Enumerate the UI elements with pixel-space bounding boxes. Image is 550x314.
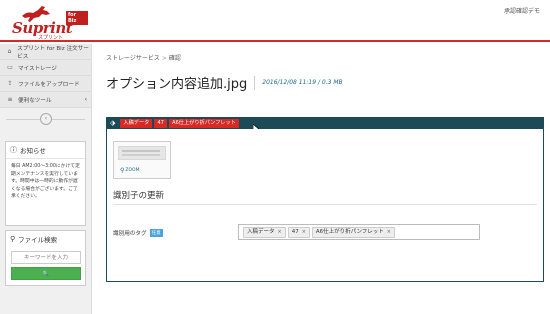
page-title: オプション内容追加.jpg xyxy=(106,77,248,92)
tag-token-label: 47 xyxy=(291,228,299,235)
sidebar-item-label: スプリント for Biz 注文サービス xyxy=(17,45,89,60)
info-icon: ⓘ xyxy=(10,146,17,154)
menu-icon: ≡ xyxy=(7,96,13,103)
chevron-left-icon: ‹ xyxy=(84,96,87,103)
collapse-sidebar-button[interactable]: ‹ xyxy=(40,113,52,125)
sidebar-item-label: マイストレージ xyxy=(18,65,57,72)
thumbnail-image xyxy=(118,146,166,160)
logo-subtitle: スプリント xyxy=(38,35,64,41)
tag-chip[interactable]: 入稿データ xyxy=(120,118,153,128)
user-menu[interactable]: 承認確認デモ xyxy=(504,6,540,15)
notice-panel: ⓘ お知らせ 毎日 AM2:00〜3:00にかけて定期メンテナンスを実行していま… xyxy=(5,141,86,226)
sidebar-item-my-storage[interactable]: ▭ マイストレージ xyxy=(0,60,91,76)
file-search-panel: ⚲ ファイル検索 🔍 xyxy=(5,230,86,286)
sidebar-collapse-row: ‹ xyxy=(0,108,91,130)
zoom-link[interactable]: ⚲ ZOOM xyxy=(120,167,139,174)
breadcrumb-storage-link[interactable]: ストレージサービス xyxy=(106,55,160,62)
app-header: Suprint for Biz スプリント 承認確認デモ xyxy=(0,0,550,42)
tag-bar: ⬗ 入稿データ 47 A6仕上がり折パンフレット xyxy=(106,117,544,129)
main-content: ストレージサービス > 確認 オプション内容追加.jpg 2016/12/08 11… xyxy=(93,44,550,314)
breadcrumb: ストレージサービス > 確認 xyxy=(106,53,181,62)
tag-token[interactable]: 入稿データ × xyxy=(243,226,286,238)
remove-tag-icon[interactable]: × xyxy=(302,228,306,237)
section-title: 識別子の更新 xyxy=(113,189,537,205)
logo-badge: for Biz xyxy=(66,11,88,25)
tag-chip[interactable]: 47 xyxy=(154,118,167,128)
file-thumbnail[interactable]: ⚲ ZOOM xyxy=(113,141,171,179)
sidebar-item-tools[interactable]: ≡ 便利なツール ‹ xyxy=(0,92,91,108)
tag-icon: ⬗ xyxy=(110,119,116,127)
remove-tag-icon[interactable]: × xyxy=(278,228,282,237)
file-search-title: ⚲ ファイル検索 xyxy=(6,231,85,247)
tag-token-label: A6仕上がり折パンフレット xyxy=(315,228,384,235)
file-meta: 2016/12/08 11:19 / 0.3 MB xyxy=(262,79,343,86)
suprint-logo[interactable]: Suprint for Biz スプリント xyxy=(8,4,88,41)
sidebar-item-label: 便利なツール xyxy=(18,97,52,104)
tag-token[interactable]: 47 × xyxy=(287,226,310,238)
notice-title-text: お知らせ xyxy=(20,147,46,155)
sidebar-item-label: ファイルをアップロード xyxy=(18,81,80,88)
sidebar-item-upload[interactable]: ⇪ ファイルをアップロード xyxy=(0,76,91,92)
breadcrumb-current: 確認 xyxy=(168,55,181,62)
search-input[interactable] xyxy=(11,251,81,264)
folder-icon: ▭ xyxy=(7,64,13,71)
title-divider xyxy=(254,75,256,90)
tag-token-label: 入稿データ xyxy=(247,228,275,235)
tag-field-label-text: 識別用のタグ xyxy=(113,231,147,237)
tag-chip[interactable]: A6仕上がり折パンフレット xyxy=(168,118,239,128)
search-icon: 🔍 xyxy=(42,271,50,277)
remove-tag-icon[interactable]: × xyxy=(387,228,391,237)
zoom-icon: ⚲ xyxy=(120,167,125,174)
search-icon: ⚲ xyxy=(10,235,16,243)
notice-body: 毎日 AM2:00〜3:00にかけて定期メンテナンスを実行しています。時間中は一… xyxy=(6,158,85,205)
title-row: オプション内容追加.jpg 2016/12/08 11:19 / 0.3 MB xyxy=(106,73,343,92)
zoom-label: ZOOM xyxy=(125,168,140,173)
file-detail-panel: ⚲ ZOOM 識別子の更新 識別用のタグ 任意 入稿データ × 47 × A6仕上が… xyxy=(106,129,544,282)
notice-title: ⓘ お知らせ xyxy=(6,142,85,158)
sidebar: ⌂ スプリント for Biz 注文サービス ▭ マイストレージ ⇪ ファイルを… xyxy=(0,44,92,314)
upload-icon: ⇪ xyxy=(7,80,13,87)
tag-input[interactable]: 入稿データ × 47 × A6仕上がり折パンフレット × xyxy=(238,224,480,240)
sidebar-item-order-service[interactable]: ⌂ スプリント for Biz 注文サービス xyxy=(0,44,91,60)
optional-badge: 任意 xyxy=(149,229,163,237)
search-button[interactable]: 🔍 xyxy=(11,267,81,280)
breadcrumb-separator: > xyxy=(161,55,167,62)
tag-token[interactable]: A6仕上がり折パンフレット × xyxy=(311,226,395,238)
tag-field-label: 識別用のタグ 任意 xyxy=(113,229,163,237)
home-icon: ⌂ xyxy=(7,48,12,55)
file-search-title-text: ファイル検索 xyxy=(18,236,58,244)
